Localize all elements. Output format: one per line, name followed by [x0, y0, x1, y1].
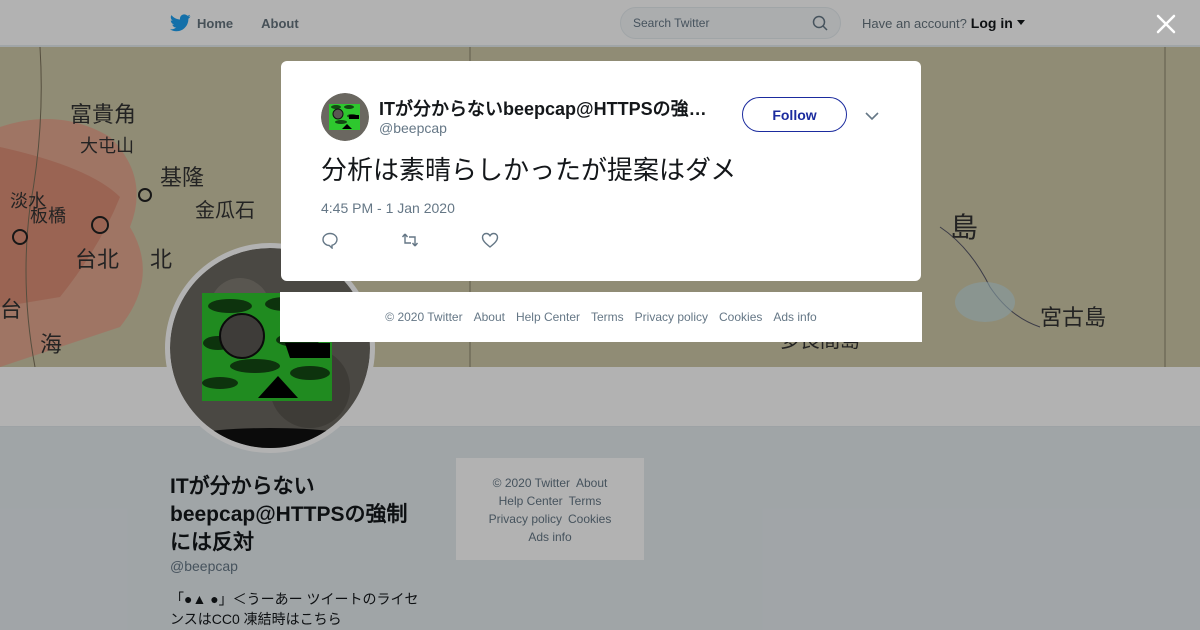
close-button[interactable]	[1154, 12, 1178, 36]
follow-button[interactable]: Follow	[742, 97, 847, 132]
reply-icon[interactable]	[321, 231, 339, 249]
modal-footer: © 2020 Twitter About Help Center Terms P…	[280, 292, 922, 342]
chevron-down-icon	[865, 112, 879, 121]
close-icon	[1156, 14, 1176, 34]
modal-footer-copyright: © 2020 Twitter	[385, 310, 463, 324]
tweet-text: 分析は素晴らしかったが提案はダメ	[321, 155, 737, 185]
tweet-author-avatar[interactable]	[321, 93, 369, 141]
modal-footer-link-cookies[interactable]: Cookies	[719, 310, 762, 324]
modal-footer-link-ads[interactable]: Ads info	[773, 310, 816, 324]
tweet-actions	[321, 231, 499, 249]
tweet-author-handle[interactable]: @beepcap	[379, 120, 447, 136]
tweet-modal: ITが分からないbeepcap@HTTPSの強制には反対 @beepcap Fo…	[281, 61, 921, 281]
modal-footer-link-terms[interactable]: Terms	[591, 310, 624, 324]
modal-footer-link-help[interactable]: Help Center	[516, 310, 580, 324]
like-icon[interactable]	[481, 231, 499, 249]
tweet-menu-button[interactable]	[865, 109, 879, 121]
modal-footer-link-about[interactable]: About	[474, 310, 505, 324]
retweet-icon[interactable]	[401, 231, 419, 249]
tweet-author-name[interactable]: ITが分からないbeepcap@HTTPSの強制には反対	[379, 95, 709, 121]
tweet-timestamp[interactable]: 4:45 PM - 1 Jan 2020	[321, 200, 455, 216]
modal-footer-link-privacy[interactable]: Privacy policy	[635, 310, 708, 324]
